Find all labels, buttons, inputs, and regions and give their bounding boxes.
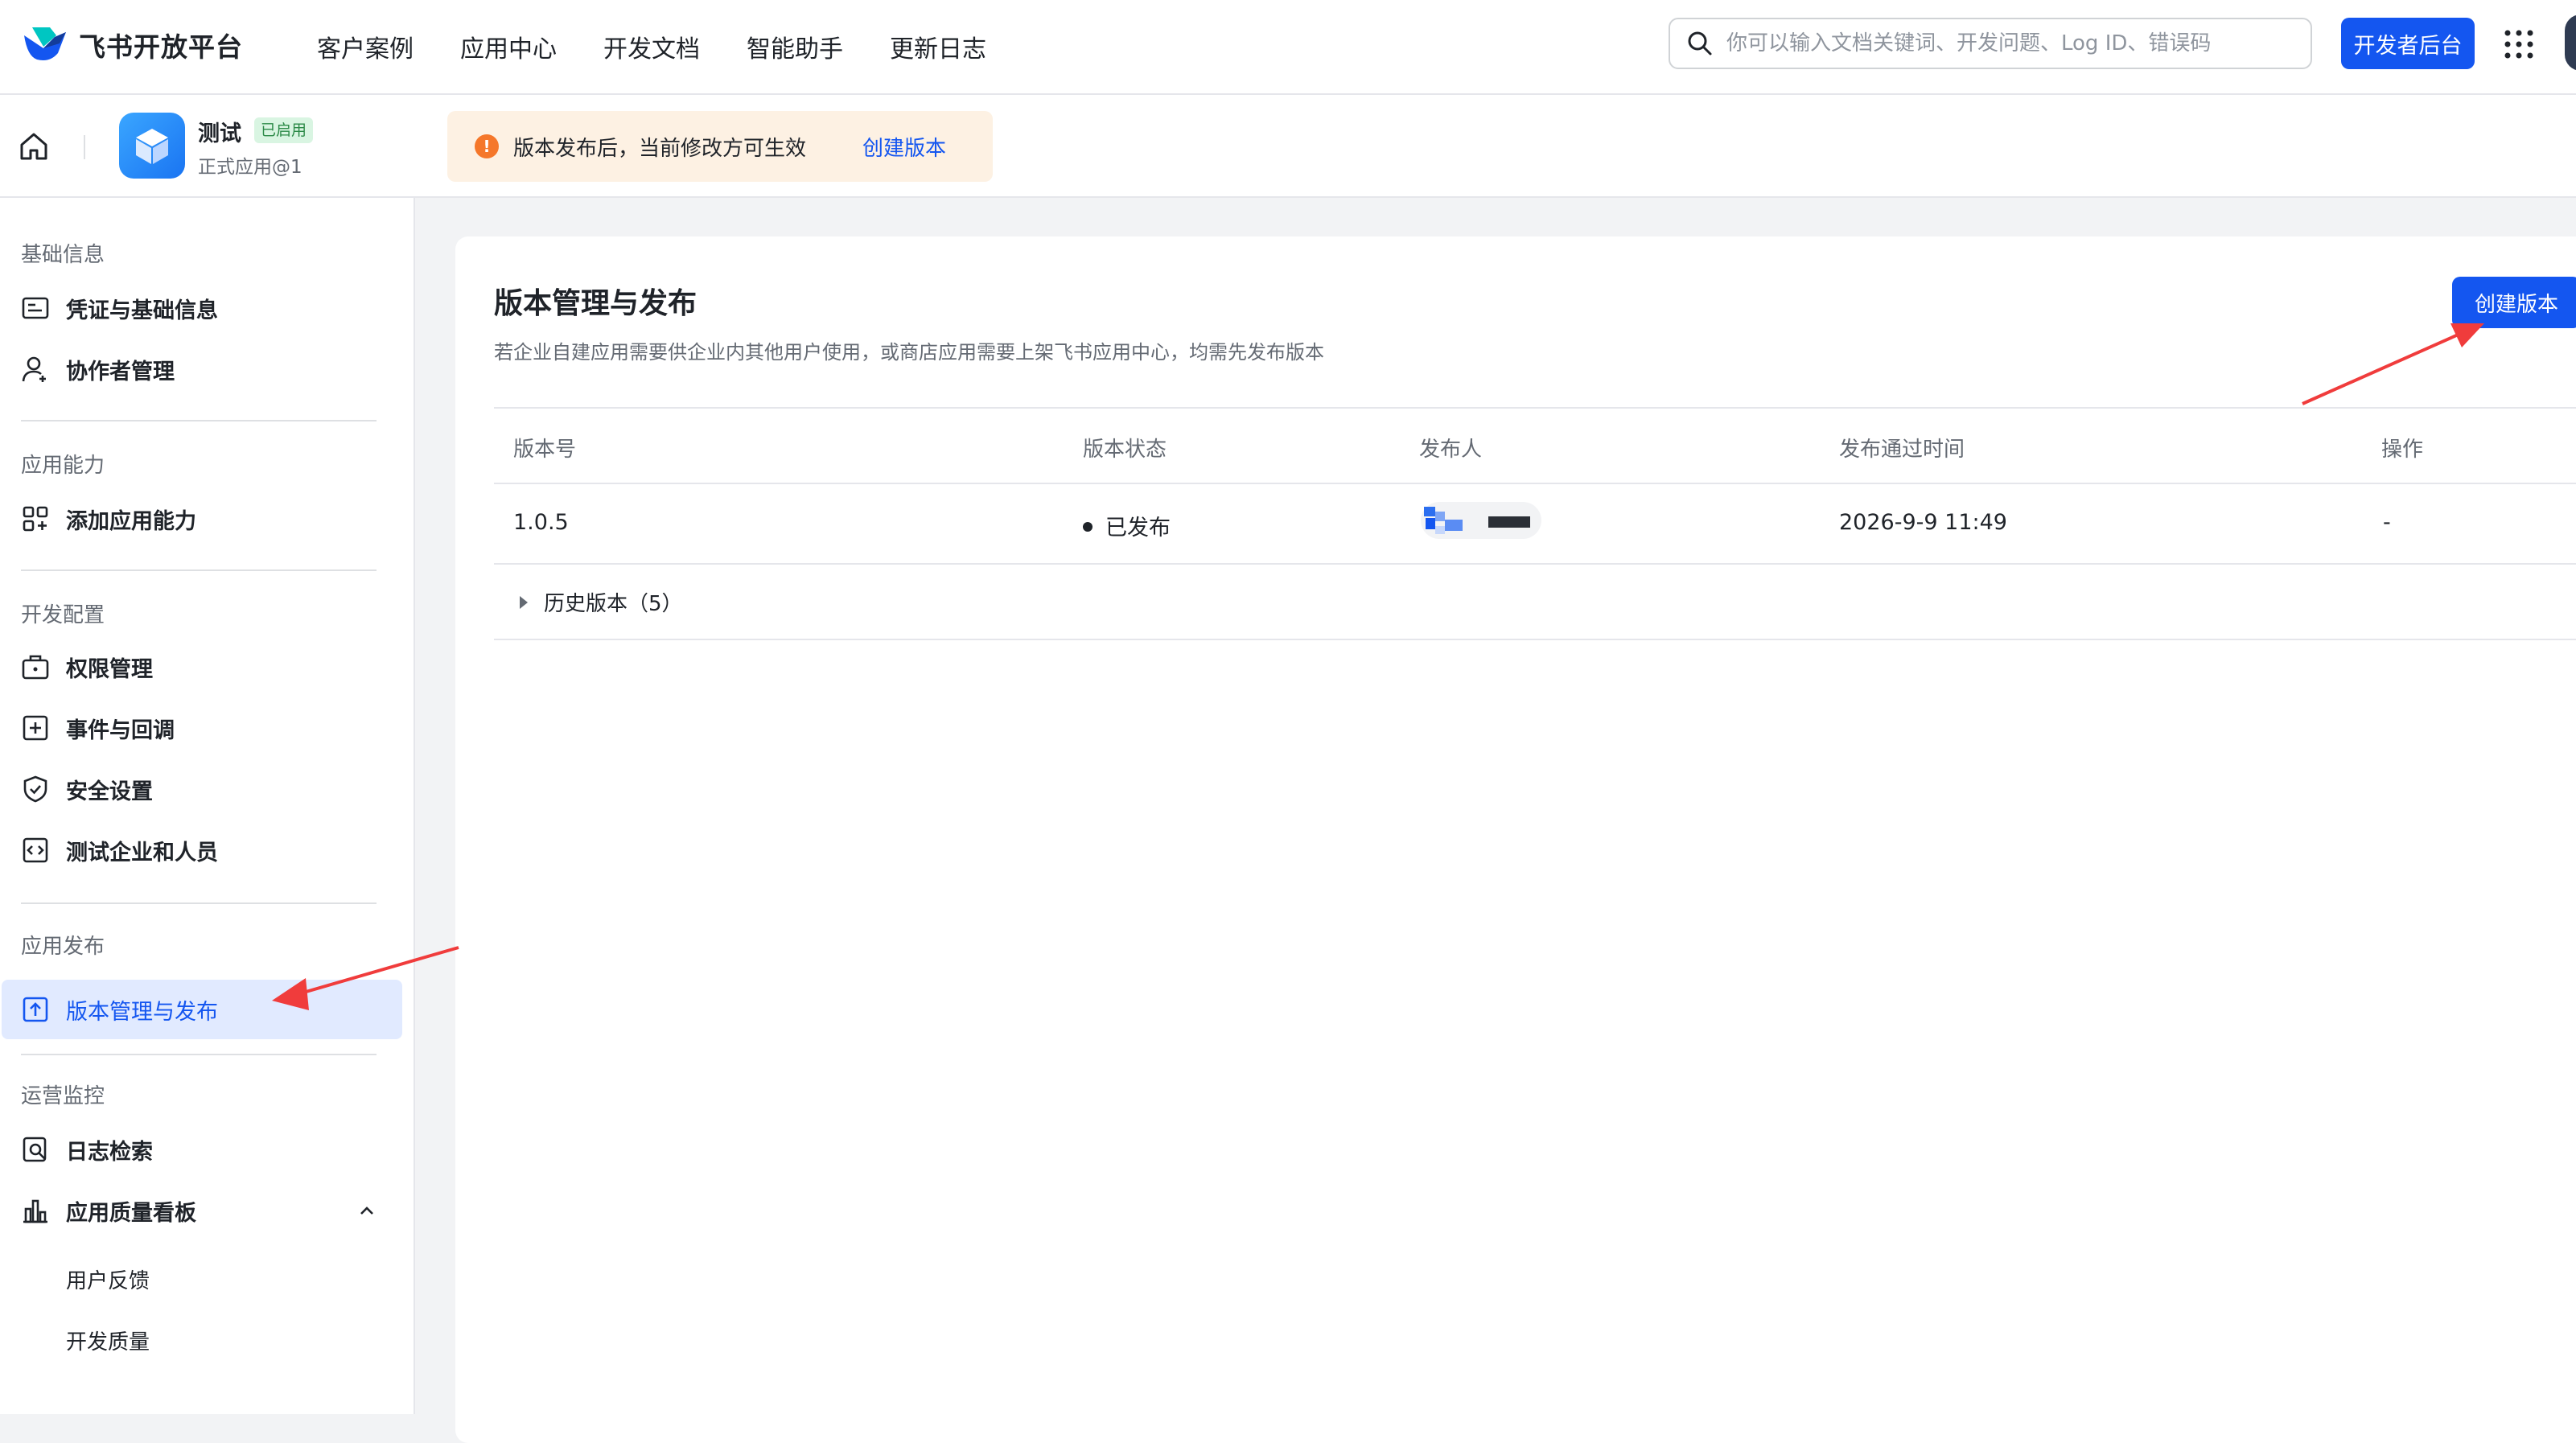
- sidebar-item-label: 应用质量看板: [66, 1200, 196, 1226]
- id-card-icon: [22, 297, 49, 319]
- sidebar-section-publish: 应用发布: [21, 935, 105, 959]
- divider: [21, 902, 377, 904]
- notice-text: 版本发布后，当前修改方可生效: [513, 136, 807, 161]
- caret-right-icon: [520, 595, 528, 609]
- sidebar-item-label: 事件与回调: [66, 717, 175, 743]
- app-icon: [119, 113, 185, 179]
- publish-notice: ! 版本发布后，当前修改方可生效 创建版本: [447, 111, 993, 182]
- column-header-status: 版本状态: [1083, 438, 1167, 462]
- page-title: 版本管理与发布: [494, 287, 697, 320]
- cell-publish-time: 2026-9-9 11:49: [1839, 510, 2007, 535]
- logo[interactable]: 飞书开放平台: [23, 24, 243, 66]
- app-name: 测试: [198, 121, 241, 146]
- upload-box-icon: [23, 997, 48, 1022]
- sidebar-item-label: 添加应用能力: [66, 508, 196, 534]
- app-version-label: 正式应用@1: [198, 157, 302, 178]
- sidebar-item-label: 日志检索: [66, 1139, 153, 1165]
- sidebar-item-label: 安全设置: [66, 779, 153, 804]
- divider: [84, 135, 85, 159]
- cube-icon: [136, 129, 168, 164]
- sidebar-item-quality-board[interactable]: 应用质量看板: [21, 1190, 377, 1231]
- sidebar-item-label: 权限管理: [66, 656, 153, 682]
- sidebar-item-test-tenants[interactable]: 测试企业和人员: [21, 830, 218, 870]
- table-divider: [494, 483, 2576, 484]
- nav-dev-docs[interactable]: 开发文档: [603, 29, 700, 64]
- divider: [21, 420, 377, 421]
- sidebar-item-version-management[interactable]: 版本管理与发布: [21, 989, 218, 1030]
- app-header-bar: 测试 已启用 正式应用@1 ! 版本发布后，当前修改方可生效 创建版本: [0, 95, 2576, 198]
- sidebar-item-security[interactable]: 安全设置: [21, 769, 153, 809]
- divider: [21, 1054, 377, 1055]
- nav-customer-cases[interactable]: 客户案例: [317, 29, 414, 64]
- status-dot: [1083, 521, 1093, 532]
- sidebar-subitem-dev-quality[interactable]: 开发质量: [66, 1326, 150, 1355]
- cell-status: 已发布: [1083, 510, 1171, 541]
- sidebar: 基础信息 凭证与基础信息 协作者管理 应用能力 添加应用能力 开发配置 权限管理…: [0, 198, 415, 1414]
- search-input[interactable]: [1725, 31, 2288, 56]
- developer-console-button[interactable]: 开发者后台: [2341, 18, 2475, 69]
- table-divider: [494, 407, 2576, 409]
- search-box[interactable]: [1669, 18, 2312, 69]
- sidebar-item-permissions[interactable]: 权限管理: [21, 647, 153, 687]
- briefcase-lock-icon: [22, 655, 49, 680]
- event-add-icon: [23, 715, 48, 741]
- nav-ai-assistant[interactable]: 智能助手: [747, 29, 843, 64]
- sidebar-item-collaborators[interactable]: 协作者管理: [21, 349, 175, 389]
- cell-status-text: 已发布: [1105, 516, 1171, 541]
- column-header-actions: 操作: [2381, 438, 2424, 462]
- cell-version: 1.0.5: [513, 510, 569, 535]
- publisher-avatar-blurred: [1421, 502, 1541, 539]
- sidebar-section-basic: 基础信息: [21, 243, 105, 267]
- table-divider: [494, 563, 2576, 565]
- column-header-version: 版本号: [513, 438, 577, 462]
- sidebar-item-log-search[interactable]: 日志检索: [21, 1129, 153, 1170]
- column-header-publisher: 发布人: [1419, 438, 1483, 462]
- user-avatar[interactable]: [2565, 14, 2576, 71]
- bar-chart-icon: [23, 1199, 47, 1223]
- feishu-logo-icon: [24, 27, 66, 60]
- notice-create-version-link[interactable]: 创建版本: [862, 132, 946, 162]
- divider: [21, 569, 377, 571]
- chevron-up-icon[interactable]: [357, 1201, 377, 1220]
- home-icon[interactable]: [18, 130, 50, 162]
- sidebar-section-capabilities: 应用能力: [21, 454, 105, 478]
- nav-changelog[interactable]: 更新日志: [890, 29, 986, 64]
- sidebar-section-dev-config: 开发配置: [21, 603, 105, 627]
- shield-icon: [23, 775, 47, 803]
- logo-text: 飞书开放平台: [79, 31, 243, 63]
- log-search-icon: [23, 1137, 47, 1162]
- apps-grid-icon[interactable]: [2504, 29, 2534, 60]
- apps-add-icon: [23, 506, 48, 532]
- sidebar-item-label: 测试企业和人员: [66, 840, 218, 865]
- status-badge: 已启用: [254, 117, 314, 143]
- search-icon: [1688, 31, 1712, 56]
- nav-app-center[interactable]: 应用中心: [460, 29, 557, 64]
- history-versions-label: 历史版本（5）: [544, 592, 683, 616]
- cell-actions: -: [2383, 510, 2391, 535]
- warning-icon: !: [475, 134, 499, 158]
- sidebar-item-events[interactable]: 事件与回调: [21, 708, 175, 748]
- history-versions-toggle[interactable]: 历史版本（5）: [520, 587, 683, 617]
- create-version-button[interactable]: 创建版本: [2452, 277, 2576, 328]
- sidebar-item-add-capability[interactable]: 添加应用能力: [21, 499, 196, 539]
- page-description: 若企业自建应用需要供企业内其他用户使用，或商店应用需要上架飞书应用中心，均需先发…: [494, 341, 1324, 364]
- sidebar-item-label: 版本管理与发布: [66, 999, 218, 1025]
- sidebar-subitem-feedback[interactable]: 用户反馈: [66, 1264, 150, 1294]
- sidebar-item-label: 协作者管理: [66, 359, 175, 384]
- table-divider: [494, 639, 2576, 640]
- sidebar-item-label: 凭证与基础信息: [66, 298, 218, 323]
- main-panel: 版本管理与发布 若企业自建应用需要供企业内其他用户使用，或商店应用需要上架飞书应…: [455, 236, 2576, 1443]
- sidebar-item-credentials[interactable]: 凭证与基础信息: [21, 288, 218, 328]
- top-nav: 飞书开放平台 客户案例 应用中心 开发文档 智能助手 更新日志 开发者后台: [0, 0, 2576, 95]
- sidebar-section-operations: 运营监控: [21, 1084, 105, 1108]
- code-box-icon: [23, 837, 48, 863]
- user-add-icon: [22, 356, 46, 382]
- column-header-publish-time: 发布通过时间: [1839, 438, 1965, 462]
